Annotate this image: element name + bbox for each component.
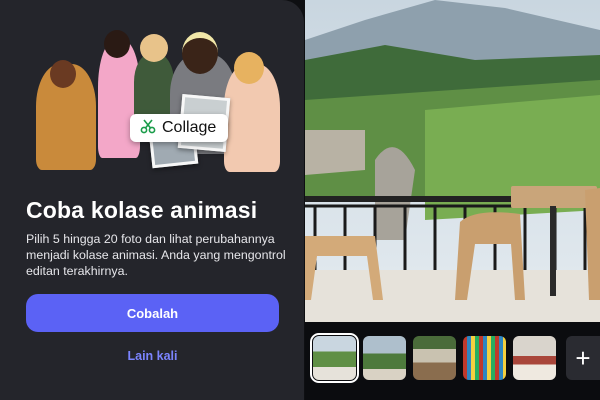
- try-button[interactable]: Cobalah: [26, 294, 279, 332]
- thumbnail-item[interactable]: [413, 336, 456, 380]
- thumbnail-item[interactable]: [463, 336, 506, 380]
- photo-thumbnail-strip: [305, 322, 600, 400]
- collage-badge: Collage: [130, 114, 229, 142]
- collage-badge-label: Collage: [162, 119, 217, 136]
- collage-promo-sheet: Collage Coba kolase animasi Pilih 5 hing…: [0, 0, 304, 400]
- thumbnail-item[interactable]: [310, 333, 359, 383]
- thumbnail-item[interactable]: [513, 336, 556, 380]
- person-head: [234, 52, 264, 84]
- plus-icon: +: [575, 342, 591, 373]
- person-head: [104, 30, 130, 58]
- sheet-description: Pilih 5 hingga 20 foto dan lihat perubah…: [26, 232, 286, 278]
- sheet-title: Coba kolase animasi: [26, 197, 258, 223]
- thumbnail-item[interactable]: [363, 336, 406, 380]
- person-head: [182, 32, 218, 74]
- photo-preview: [305, 0, 600, 322]
- collage-scissors-icon: [140, 118, 156, 139]
- person-head: [140, 34, 168, 62]
- add-photo-button[interactable]: +: [566, 336, 600, 380]
- person-head: [50, 60, 76, 88]
- later-button[interactable]: Lain kali: [26, 346, 279, 366]
- collage-hero-illustration: Collage: [22, 24, 286, 174]
